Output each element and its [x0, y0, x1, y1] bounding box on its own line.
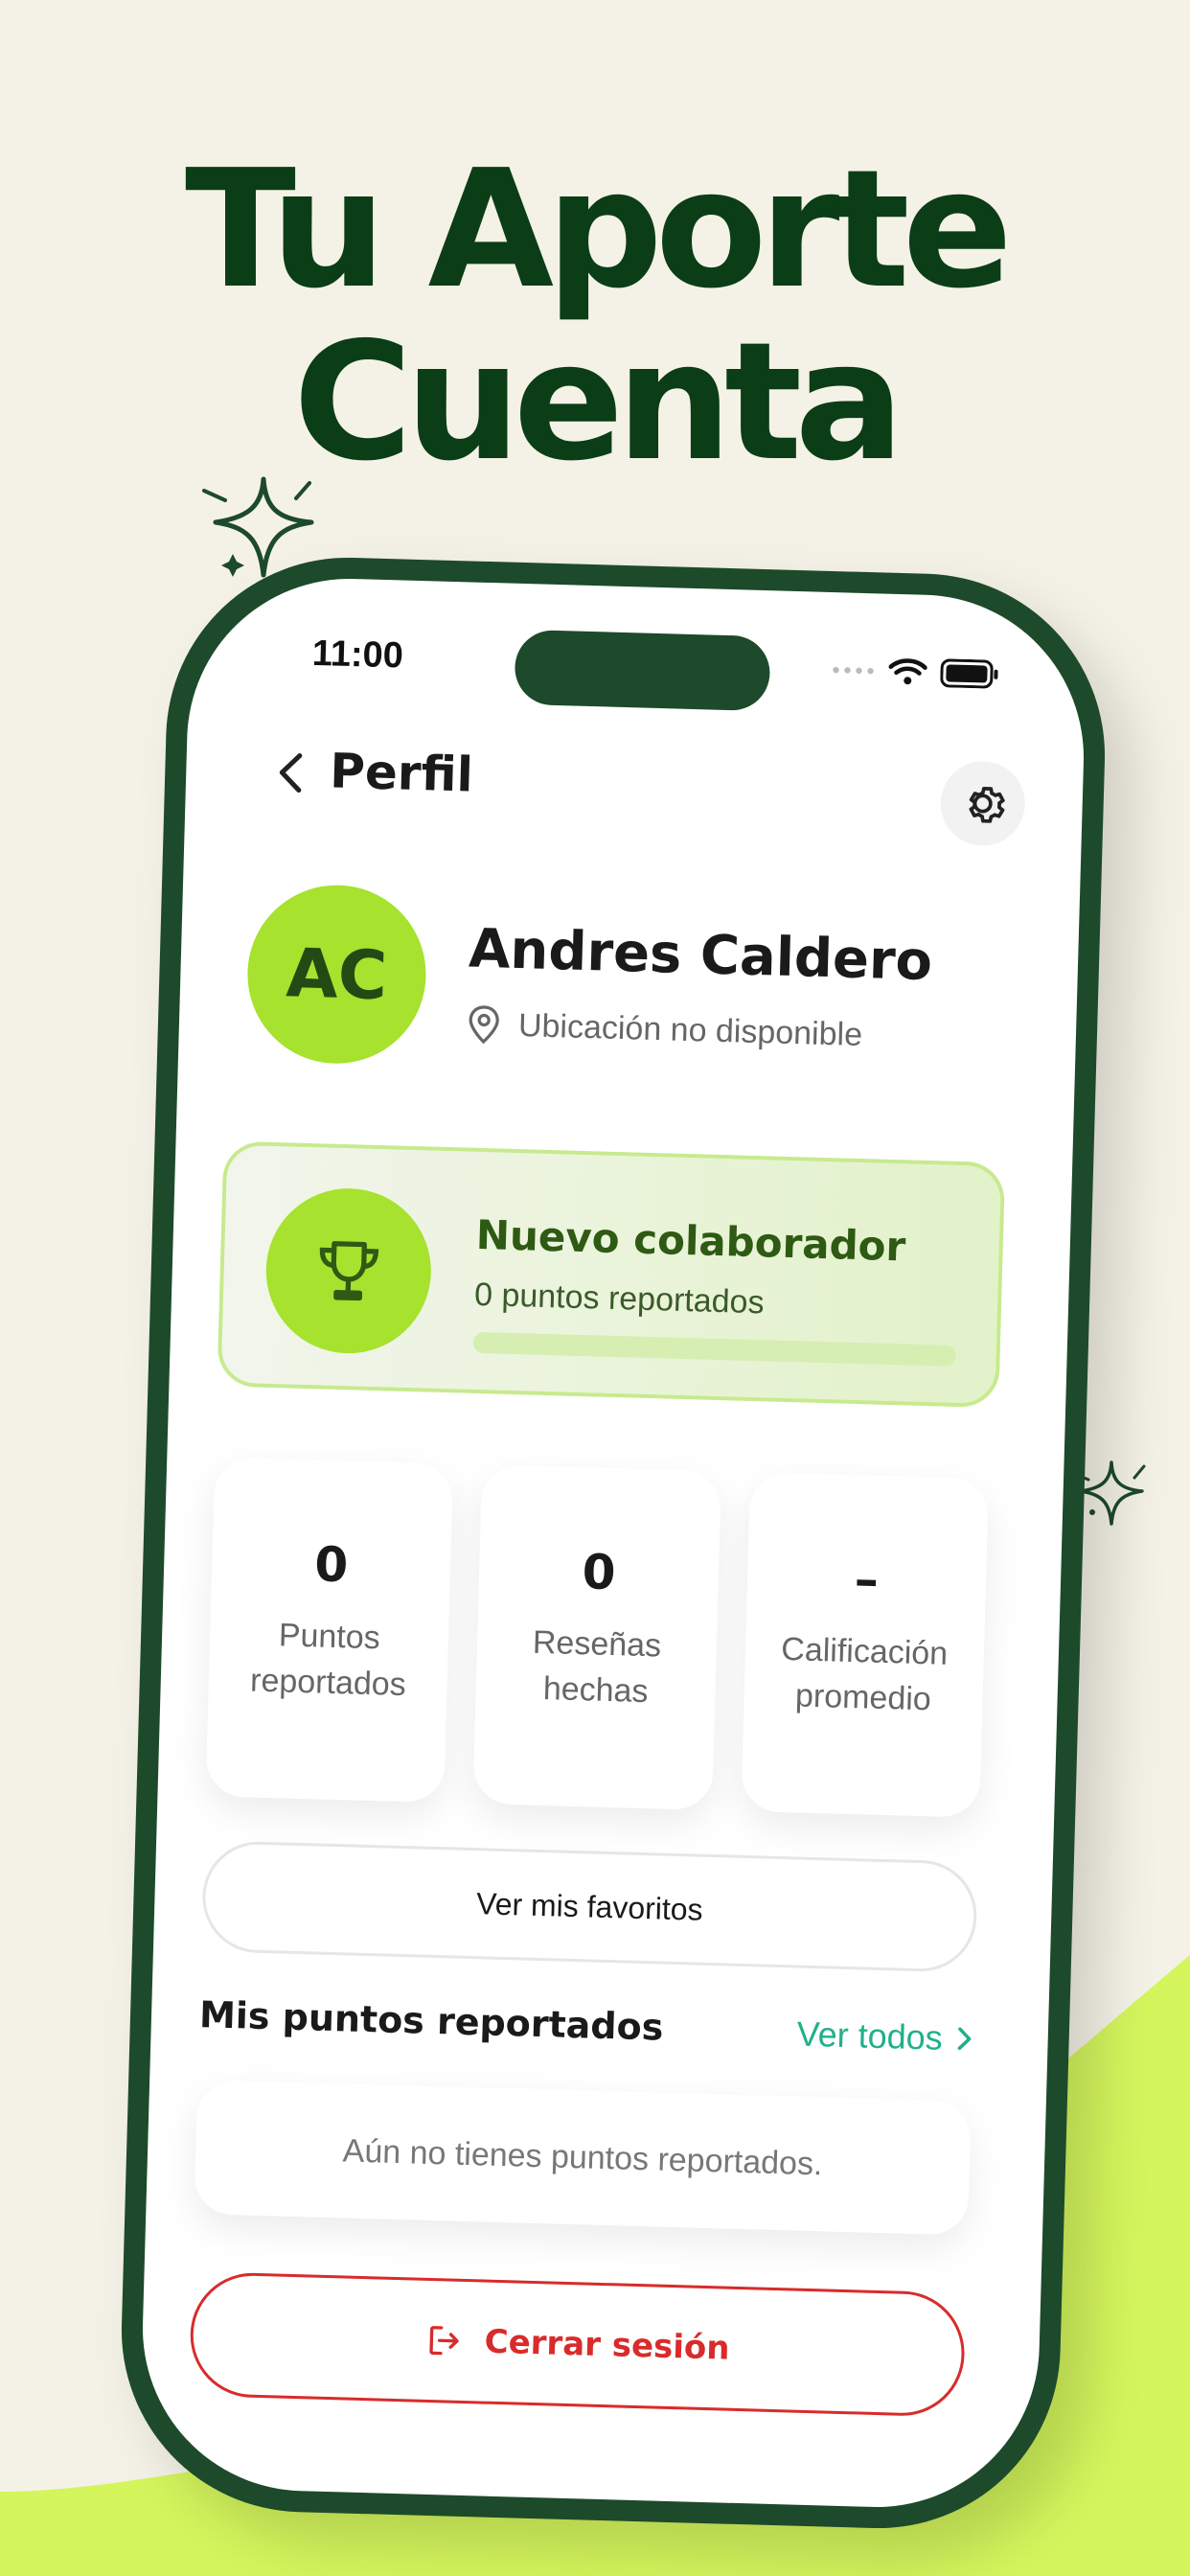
level-badge-card: Nuevo colaborador 0 puntos reportados: [217, 1140, 1006, 1409]
reported-section-header: Mis puntos reportados Ver todos: [198, 1993, 973, 2073]
logout-label: Cerrar sesión: [484, 2322, 731, 2368]
location-pin-icon: [469, 1005, 499, 1045]
dynamic-island: [514, 629, 771, 712]
stat-label: Calificación promedio: [780, 1630, 949, 1718]
headline-line-2: Cuenta: [292, 308, 904, 497]
logout-icon: [429, 2326, 459, 2356]
gear-icon: [969, 786, 1005, 823]
avatar: AC: [244, 883, 429, 1067]
favorites-button[interactable]: Ver mis favoritos: [200, 1840, 978, 1973]
stat-card-points: 0 Puntos reportados: [205, 1457, 454, 1804]
stat-card-rating: – Calificación promedio: [740, 1471, 990, 1818]
trophy-circle: [263, 1185, 434, 1356]
stat-label: Reseñas hechas: [532, 1623, 662, 1711]
trophy-icon: [319, 1241, 379, 1301]
phone-screen: 11:00 Perfil AC Andres Caldero Ubicación…: [138, 574, 1088, 2512]
badge-progress-bar: [472, 1331, 956, 1367]
signal-icon: [833, 666, 874, 675]
badge-progress-fill: [472, 1331, 474, 1353]
badge-title: Nuevo colaborador: [475, 1210, 906, 1271]
stat-label: Puntos reportados: [249, 1617, 407, 1704]
stat-value: 0: [581, 1544, 617, 1601]
settings-button[interactable]: [939, 760, 1026, 847]
stat-card-reviews: 0 Reseñas hechas: [472, 1464, 721, 1810]
stats-row: 0 Puntos reportados 0 Reseñas hechas – C…: [205, 1457, 990, 1818]
logout-button[interactable]: Cerrar sesión: [188, 2271, 967, 2418]
page-title: Perfil: [329, 743, 474, 803]
section-title: Mis puntos reportados: [198, 1993, 664, 2049]
stat-value: 0: [313, 1536, 350, 1594]
status-time: 11:00: [311, 632, 404, 677]
see-all-link[interactable]: Ver todos: [796, 2014, 973, 2059]
wifi-icon: [888, 658, 927, 685]
phone-mockup: 11:00 Perfil AC Andres Caldero Ubicación…: [116, 552, 1110, 2534]
chevron-left-icon[interactable]: [272, 751, 311, 794]
chevron-right-icon: [957, 2027, 972, 2051]
badge-subtitle: 0 puntos reportados: [473, 1276, 766, 1322]
headline-line-1: Tu Aporte: [185, 135, 1013, 325]
empty-state-card: Aún no tienes puntos reportados.: [194, 2080, 972, 2236]
battery-icon: [940, 658, 998, 689]
phone-frame: 11:00 Perfil AC Andres Caldero Ubicación…: [116, 552, 1110, 2534]
nav-bar: Perfil: [271, 730, 1026, 847]
user-name: Andres Caldero: [468, 917, 933, 994]
location-text: Ubicación no disponible: [517, 1006, 863, 1053]
status-icons: [831, 656, 1000, 689]
headline: Tu Aporte Cuenta: [0, 144, 1190, 489]
user-location: Ubicación no disponible: [466, 1004, 863, 1056]
stat-value: –: [854, 1552, 880, 1608]
see-all-label: Ver todos: [796, 2013, 944, 2058]
